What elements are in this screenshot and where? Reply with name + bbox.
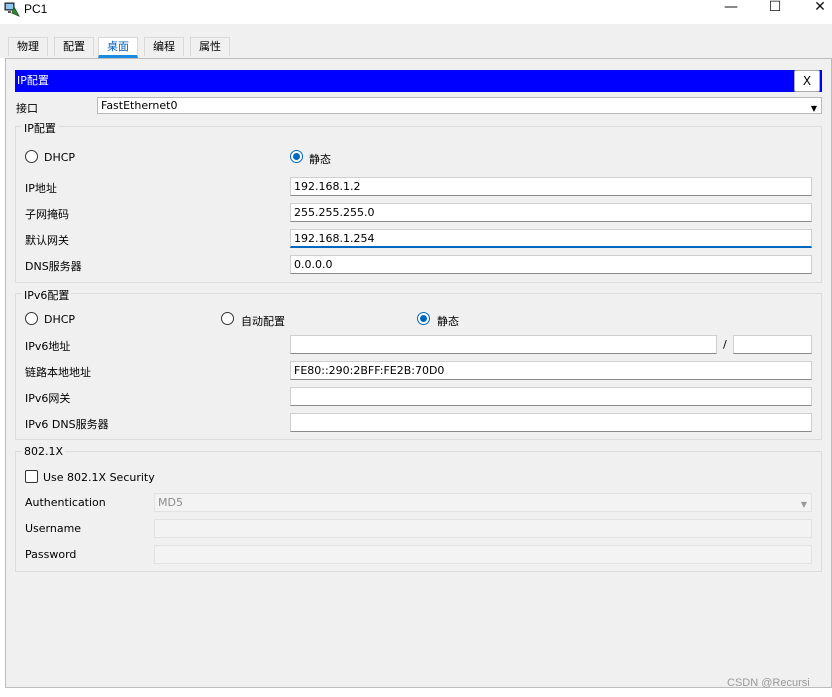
ipconfig-close-button[interactable]: X [794, 70, 820, 92]
ipv6-auto-radio[interactable] [221, 312, 234, 325]
ipv4-dhcp-label: DHCP [44, 151, 76, 164]
interface-select[interactable]: FastEthernet0 ▼ [97, 97, 822, 114]
close-window-button[interactable]: ✕ [797, 0, 832, 16]
ip-address-label: IP地址 [25, 182, 57, 195]
ipv6-dhcp-label: DHCP [44, 313, 76, 326]
ipv4-dhcp-radio[interactable] [25, 150, 38, 163]
gateway-field[interactable]: 192.168.1.254 [290, 229, 812, 248]
authentication-value: MD5 [158, 496, 183, 509]
tab-attributes[interactable]: 属性 [190, 37, 230, 56]
tab-programming[interactable]: 编程 [144, 37, 184, 56]
use-8021x-label: Use 802.1X Security [43, 471, 155, 484]
authentication-select[interactable]: MD5 ▼ [154, 493, 812, 512]
watermark: CSDN @Recursi [727, 677, 810, 689]
ipv6-dhcp-radio[interactable] [25, 312, 38, 325]
authentication-label: Authentication [25, 496, 106, 509]
dot1x-group-title: 802.1X [22, 445, 66, 458]
subnet-mask-label: 子网掩码 [25, 208, 69, 221]
username-label: Username [25, 522, 82, 535]
interface-value: FastEthernet0 [101, 99, 178, 112]
ip-address-field[interactable]: 192.168.1.2 [290, 177, 812, 196]
dns-server-field[interactable]: 0.0.0.0 [290, 255, 812, 274]
maximize-button[interactable]: ☐ [752, 0, 798, 16]
tab-physical[interactable]: 物理 [8, 37, 48, 56]
gateway-label: 默认网关 [25, 234, 69, 247]
ipv6-dns-label: IPv6 DNS服务器 [25, 418, 109, 431]
ipv4-static-label: 静态 [309, 153, 331, 166]
interface-label: 接口 [16, 102, 38, 115]
ipv6-gateway-label: IPv6网关 [25, 392, 71, 405]
ipv6-gateway-field[interactable] [290, 387, 812, 406]
chevron-down-icon: ▼ [800, 500, 807, 509]
minimize-button[interactable]: — [708, 0, 754, 16]
use-8021x-checkbox[interactable] [25, 470, 38, 483]
ipv6-auto-label: 自动配置 [241, 315, 285, 328]
ipv6-address-field[interactable] [290, 335, 717, 354]
prefix-separator: / [723, 338, 727, 351]
username-field[interactable] [154, 519, 812, 538]
ipv6-static-label: 静态 [437, 315, 459, 328]
chevron-down-icon: ▼ [810, 104, 817, 113]
tab-config[interactable]: 配置 [54, 37, 94, 56]
ipv6-dns-field[interactable] [290, 413, 812, 432]
dns-server-label: DNS服务器 [25, 260, 82, 273]
ipv6-prefix-field[interactable] [733, 335, 812, 354]
ipv4-static-radio[interactable] [290, 150, 303, 163]
link-local-field[interactable]: FE80::290:2BFF:FE2B:70D0 [290, 361, 812, 380]
link-local-label: 链路本地地址 [25, 366, 91, 379]
app-icon [4, 1, 20, 17]
ipv6-group-title: IPv6配置 [22, 287, 72, 303]
tab-desktop[interactable]: 桌面 [98, 37, 138, 58]
password-field[interactable] [154, 545, 812, 564]
window-title: PC1 [24, 2, 48, 16]
ipv6-static-radio[interactable] [417, 312, 430, 325]
ipconfig-header: IP配置 [15, 70, 822, 92]
password-label: Password [25, 548, 77, 561]
ipv6-address-label: IPv6地址 [25, 340, 71, 353]
subnet-mask-field[interactable]: 255.255.255.0 [290, 203, 812, 222]
ipv4-group-title: IP配置 [22, 120, 58, 136]
